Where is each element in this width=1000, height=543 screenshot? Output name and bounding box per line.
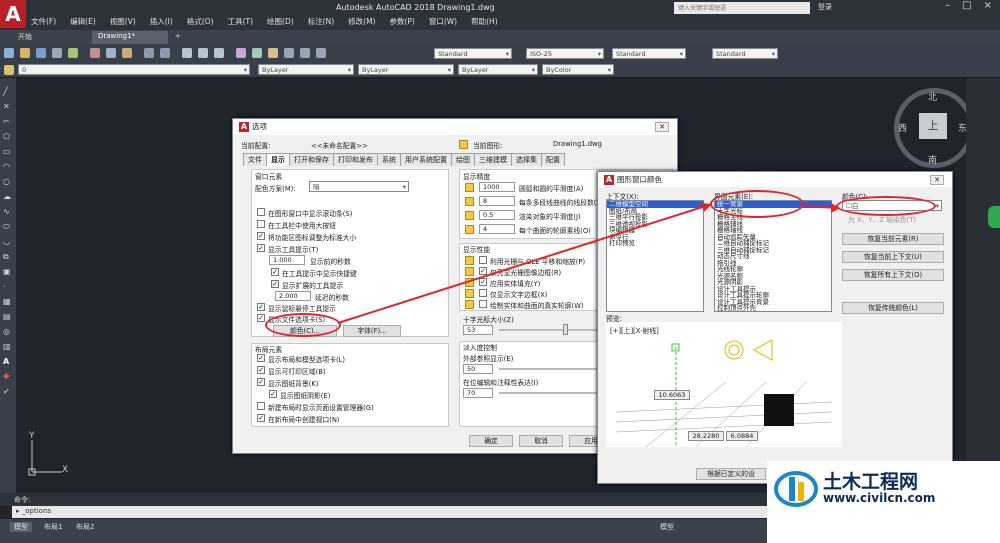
watermark: 土木工程网 www.civilcn.com [767,461,1000,543]
watermark-url: www.civilcn.com [823,491,936,505]
watermark-title: 土木工程网 [823,471,919,493]
watermark-logo-icon [774,471,818,507]
